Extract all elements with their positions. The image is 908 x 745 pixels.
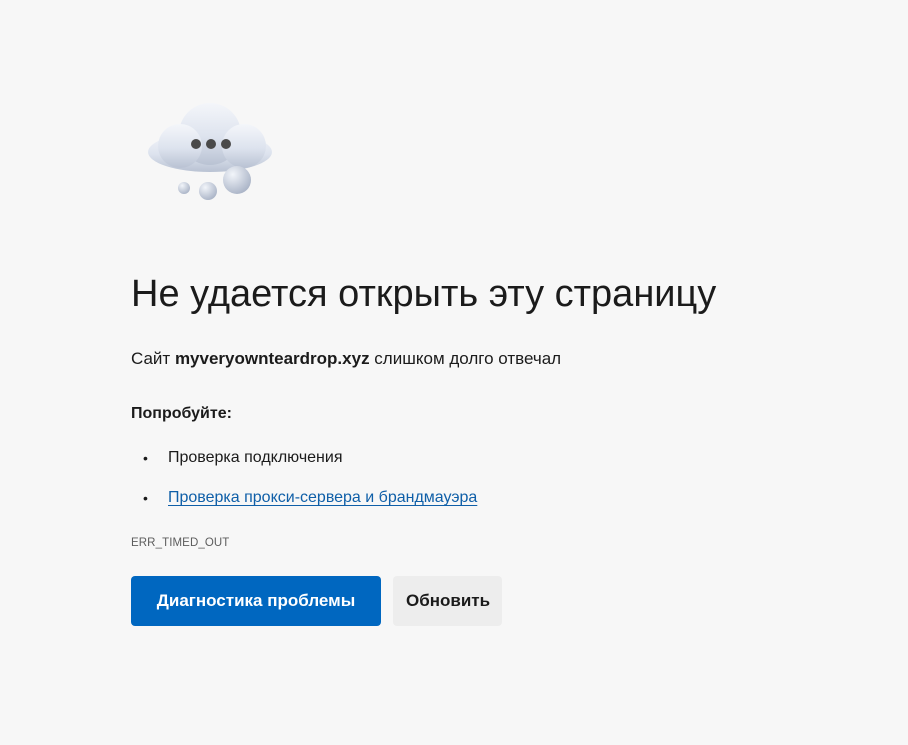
check-proxy-firewall-link[interactable]: Проверка прокси-сервера и брандмауэра [168,489,477,506]
list-item: • Проверка прокси-сервера и брандмауэра [131,486,477,510]
bullet-icon: • [143,450,148,466]
suggestion-list: • Проверка подключения • Проверка прокси… [131,446,477,510]
diagnose-button[interactable]: Диагностика проблемы [131,576,381,626]
error-code: ERR_TIMED_OUT [131,537,230,549]
action-buttons: Диагностика проблемы Обновить [131,576,502,626]
suggestion-check-connection: Проверка подключения [168,449,343,466]
refresh-button[interactable]: Обновить [393,576,502,626]
subtitle-prefix: Сайт [131,349,175,368]
site-name: myveryownteardrop.xyz [174,349,370,368]
try-heading: Попробуйте: [131,405,232,422]
cloud-timeout-icon [144,100,278,204]
list-item: • Проверка подключения [131,446,477,470]
page-title: Не удается открыть эту страницу [131,273,717,315]
bullet-icon: • [143,490,148,506]
error-description: Сайт myveryownteardrop.xyz слишком долго… [131,347,561,371]
subtitle-suffix: слишком долго отвечал [369,349,562,368]
